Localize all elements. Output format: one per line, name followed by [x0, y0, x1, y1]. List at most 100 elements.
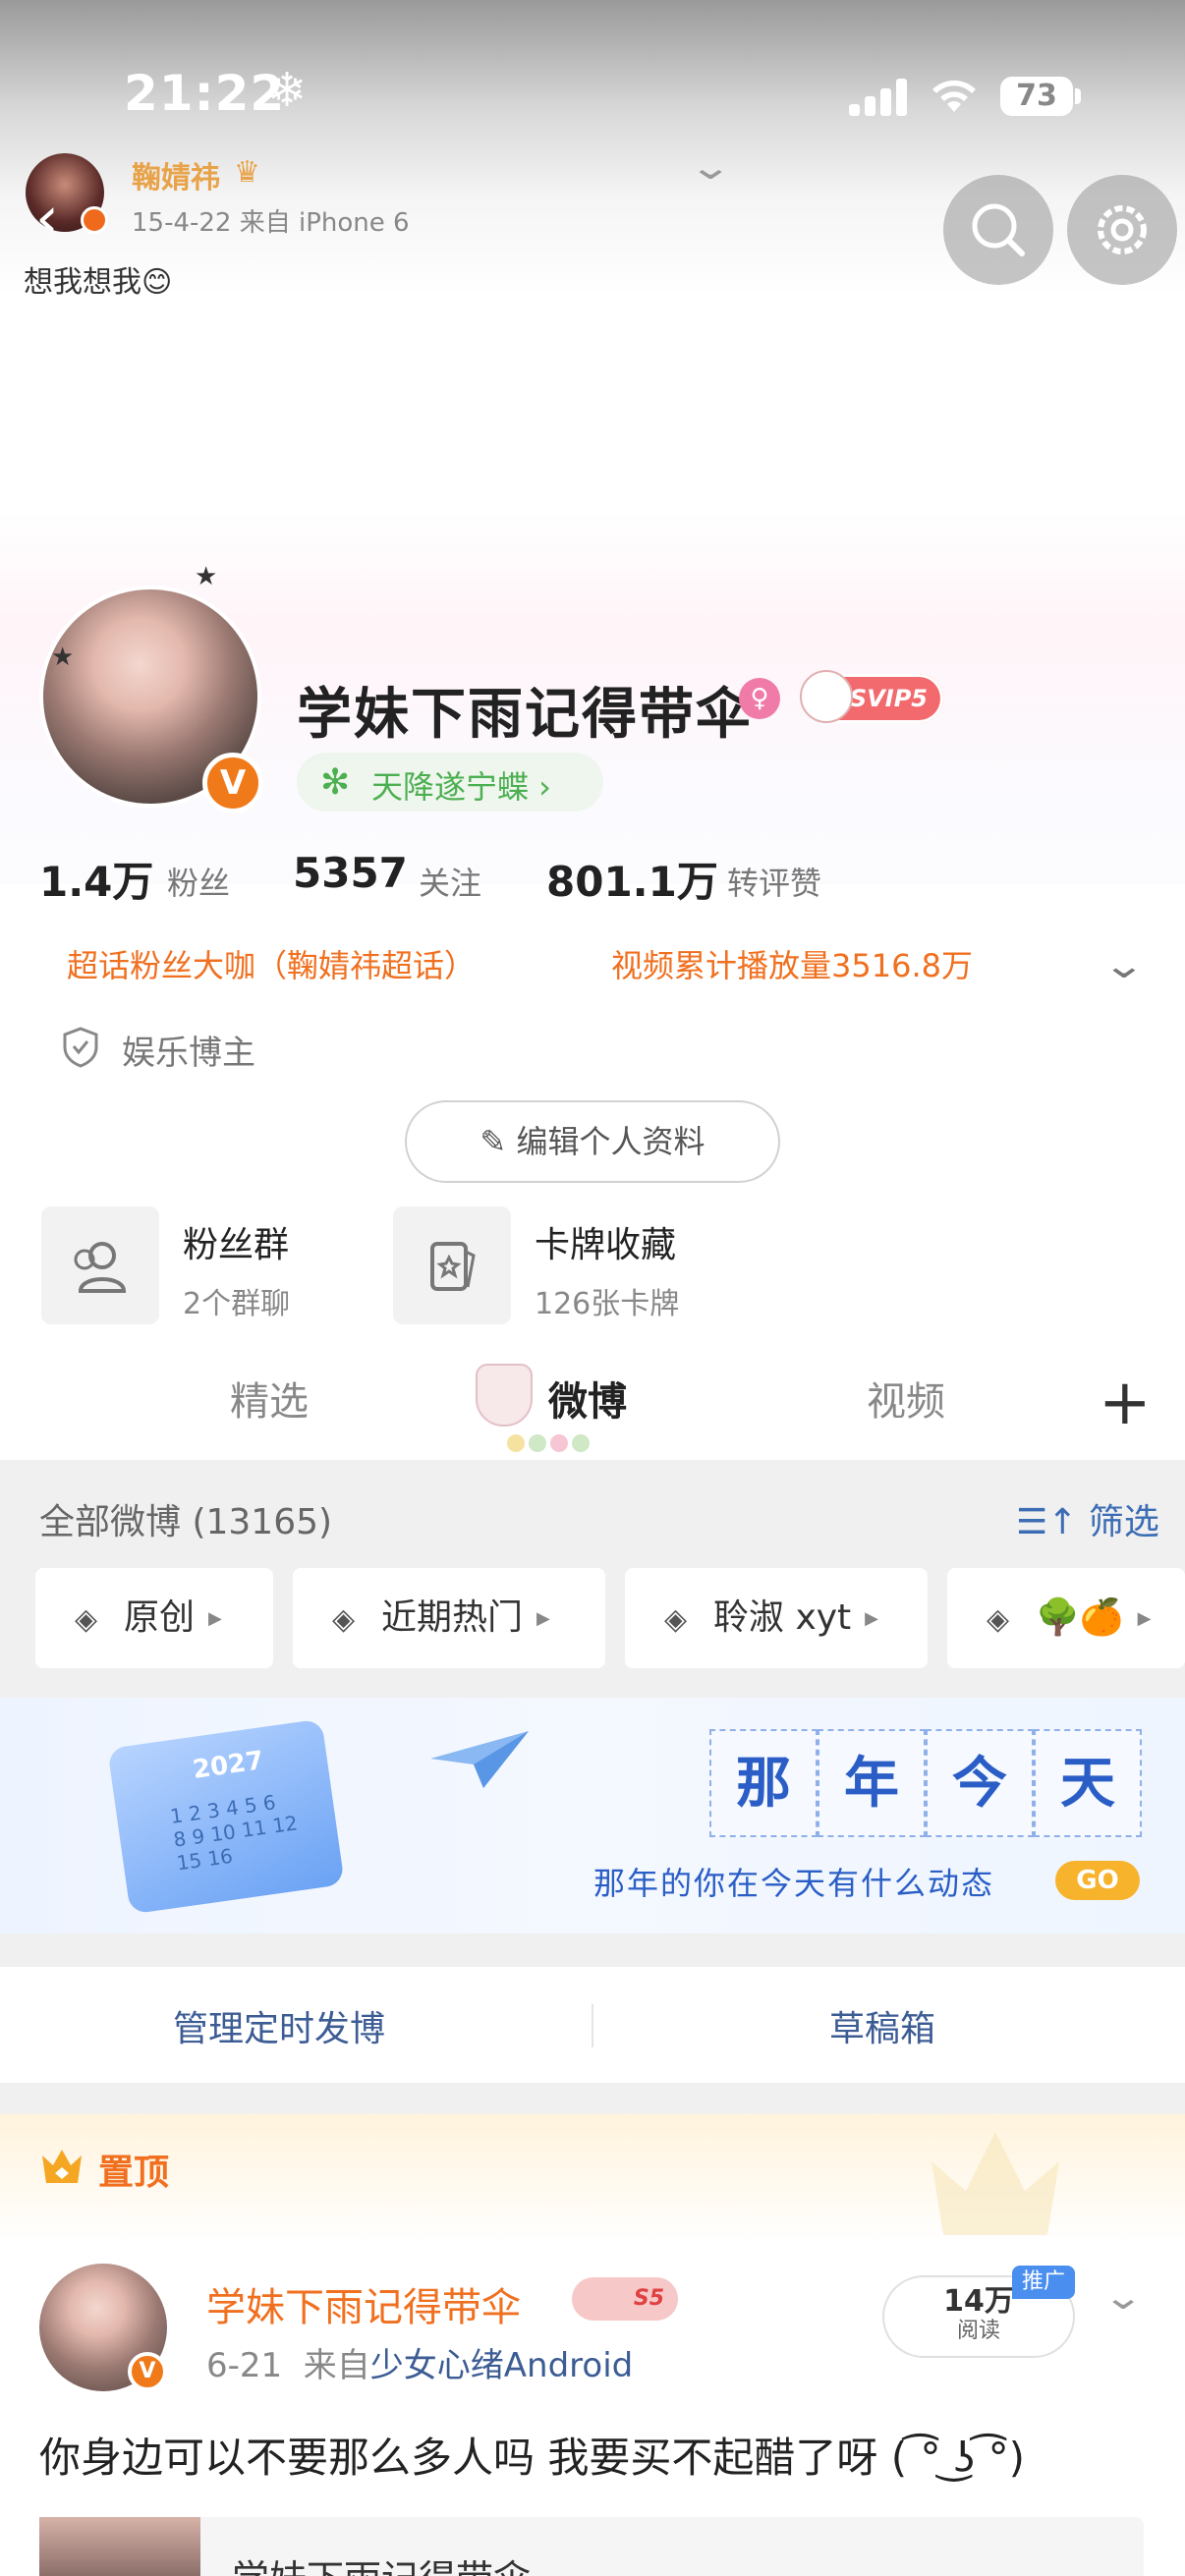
- post-date: 6-21: [206, 2346, 283, 2385]
- chevron-down-icon[interactable]: ⌄: [1102, 943, 1147, 986]
- tab-weibo[interactable]: 微博: [548, 1370, 627, 1427]
- filter-label: 筛选: [1088, 1502, 1159, 1542]
- chip-original[interactable]: ◈ 原创 ▶: [35, 1568, 273, 1668]
- triangle-right-icon: ▶: [1137, 1608, 1152, 1629]
- banner-char-4: 天: [1034, 1729, 1142, 1837]
- battery-tip: [1075, 88, 1081, 104]
- layers-icon: ◈: [664, 1602, 688, 1637]
- settings-button[interactable]: [1067, 175, 1177, 285]
- pinned-label: 置顶: [98, 2153, 170, 2193]
- cellular-signal-icon: [849, 79, 908, 116]
- interactions-count[interactable]: 801.1万: [546, 849, 718, 909]
- shield-icon: [63, 1027, 98, 1068]
- layers-icon: ◈: [332, 1602, 356, 1637]
- verified-v-icon: V: [202, 753, 263, 813]
- triangle-right-icon: ▶: [536, 1608, 550, 1629]
- status-time: 21:22: [124, 65, 286, 122]
- layers-icon: ◈: [987, 1602, 1010, 1637]
- card-collection-icon[interactable]: [393, 1206, 511, 1324]
- snowflake-icon: ✻: [320, 762, 351, 803]
- post-source-prefix: 来自: [303, 2346, 370, 2385]
- quoted-post-thumbnail: [39, 2517, 200, 2576]
- banner-go-button[interactable]: GO: [1055, 1861, 1140, 1900]
- chevron-down-icon[interactable]: ⌄: [688, 147, 732, 188]
- profile-name: 学妹下雨记得带伞: [297, 683, 753, 747]
- crown-icon: ♛: [234, 155, 260, 190]
- female-gender-icon: ♀: [739, 678, 780, 719]
- fan-group-sub: 2个群聊: [183, 1287, 291, 1321]
- triangle-right-icon: ▶: [208, 1608, 222, 1629]
- banner-char-2: 年: [818, 1729, 926, 1837]
- pinned-post-text: 想我想我😊: [24, 265, 173, 300]
- chip-label: 聆淑 xyt: [713, 1597, 852, 1638]
- search-button[interactable]: [943, 175, 1053, 285]
- search-icon: [972, 203, 1025, 256]
- verified-v-icon: V: [128, 2352, 167, 2391]
- following-label[interactable]: 关注: [419, 859, 481, 904]
- crown-decoration-icon: [931, 2132, 1059, 2235]
- chip-label: 近期热门: [381, 1597, 524, 1638]
- post-text: 你身边可以不要那么多人吗 我要买不起醋了呀 ( ͡° ͜ʖ ͡°): [39, 2434, 1025, 2482]
- pinned-post-author[interactable]: 鞠婧祎: [132, 153, 220, 196]
- add-tab-button[interactable]: +: [1099, 1372, 1152, 1434]
- verified-badge-icon: [81, 206, 108, 234]
- post-author-name[interactable]: 学妹下雨记得带伞: [206, 2275, 521, 2332]
- wifi-icon: [932, 80, 976, 112]
- dessert-sticker-icon: [476, 1364, 533, 1427]
- card-star-icon: [430, 1242, 476, 1291]
- back-arrow-icon[interactable]: ‹: [35, 189, 59, 248]
- filter-button[interactable]: ☰↑ 筛选: [1016, 1493, 1159, 1544]
- level-badge[interactable]: S5: [572, 2277, 678, 2321]
- star-decoration-icon: ★: [51, 643, 75, 672]
- edit-profile-label: 编辑个人资料: [516, 1123, 705, 1160]
- chip-trending[interactable]: ◈ 近期热门 ▶: [293, 1568, 605, 1668]
- tab-video[interactable]: 视频: [867, 1370, 945, 1427]
- card-collection-title[interactable]: 卡牌收藏: [535, 1216, 676, 1267]
- chip-emoji[interactable]: ◈ 🌳🍊 ▶: [947, 1568, 1185, 1668]
- people-icon: [74, 1242, 127, 1293]
- gear-icon: [1098, 205, 1147, 254]
- drafts-button[interactable]: 草稿箱: [829, 2000, 935, 2051]
- quoted-post[interactable]: [39, 2517, 1144, 2576]
- scheduled-posts-button[interactable]: 管理定时发博: [173, 2000, 385, 2051]
- chip-lingshu[interactable]: ◈ 聆淑 xyt ▶: [625, 1568, 928, 1668]
- banner-char-1: 那: [709, 1729, 818, 1837]
- chevron-down-icon[interactable]: ⌄: [1102, 2277, 1144, 2318]
- tab-active-indicator: [507, 1434, 593, 1456]
- layers-icon: ◈: [75, 1602, 98, 1637]
- chip-label: 🌳🍊: [1036, 1597, 1124, 1638]
- pinned-post-meta: 15-4-22 来自 iPhone 6: [132, 208, 410, 238]
- crown-icon: [42, 2150, 82, 2183]
- tab-featured[interactable]: 精选: [230, 1370, 309, 1427]
- verification-label: 娱乐博主: [122, 1034, 255, 1073]
- promote-badge[interactable]: 推广: [1012, 2266, 1075, 2299]
- bear-icon: [800, 670, 853, 723]
- banner-subtitle: 那年的你在今天有什么动态: [593, 1865, 995, 1902]
- card-collection-sub: 126张卡牌: [535, 1287, 680, 1321]
- fan-group-title[interactable]: 粉丝群: [183, 1216, 289, 1267]
- following-count[interactable]: 5357: [293, 849, 408, 897]
- triangle-right-icon: ▶: [865, 1608, 879, 1629]
- star-decoration-icon: ★: [195, 562, 218, 591]
- video-views-pill[interactable]: 视频累计播放量3516.8万: [584, 937, 1000, 994]
- fan-group-icon[interactable]: [41, 1206, 159, 1324]
- fans-count[interactable]: 1.4万: [39, 849, 153, 909]
- chip-label: 原创: [124, 1597, 196, 1638]
- super-topic-label[interactable]: 天降遂宁蝶 ›: [371, 762, 551, 808]
- battery-indicator: 73: [1000, 77, 1073, 116]
- fans-label[interactable]: 粉丝: [167, 859, 230, 904]
- edit-profile-button[interactable]: ✎ 编辑个人资料: [405, 1100, 780, 1183]
- pencil-icon: ✎: [480, 1123, 517, 1160]
- quoted-post-author: 学妹下雨记得带伞: [232, 2548, 531, 2576]
- interactions-label[interactable]: 转评赞: [727, 859, 821, 904]
- read-label: 阅读: [956, 2319, 1000, 2343]
- filter-icon: ☰↑: [1016, 1502, 1089, 1542]
- divider: [592, 2004, 593, 2047]
- post-meta: 6-21 来自少女心绪Android: [206, 2338, 633, 2386]
- banner-char-3: 今: [926, 1729, 1034, 1837]
- all-weibo-count: 全部微博 (13165): [39, 1502, 333, 1542]
- snowflake-icon: ❄: [267, 63, 308, 118]
- super-fan-pill[interactable]: 超话粉丝大咖（鞠婧祎超话）: [39, 937, 504, 994]
- post-source[interactable]: 少女心绪Android: [370, 2346, 633, 2385]
- paper-plane-icon: [430, 1731, 529, 1788]
